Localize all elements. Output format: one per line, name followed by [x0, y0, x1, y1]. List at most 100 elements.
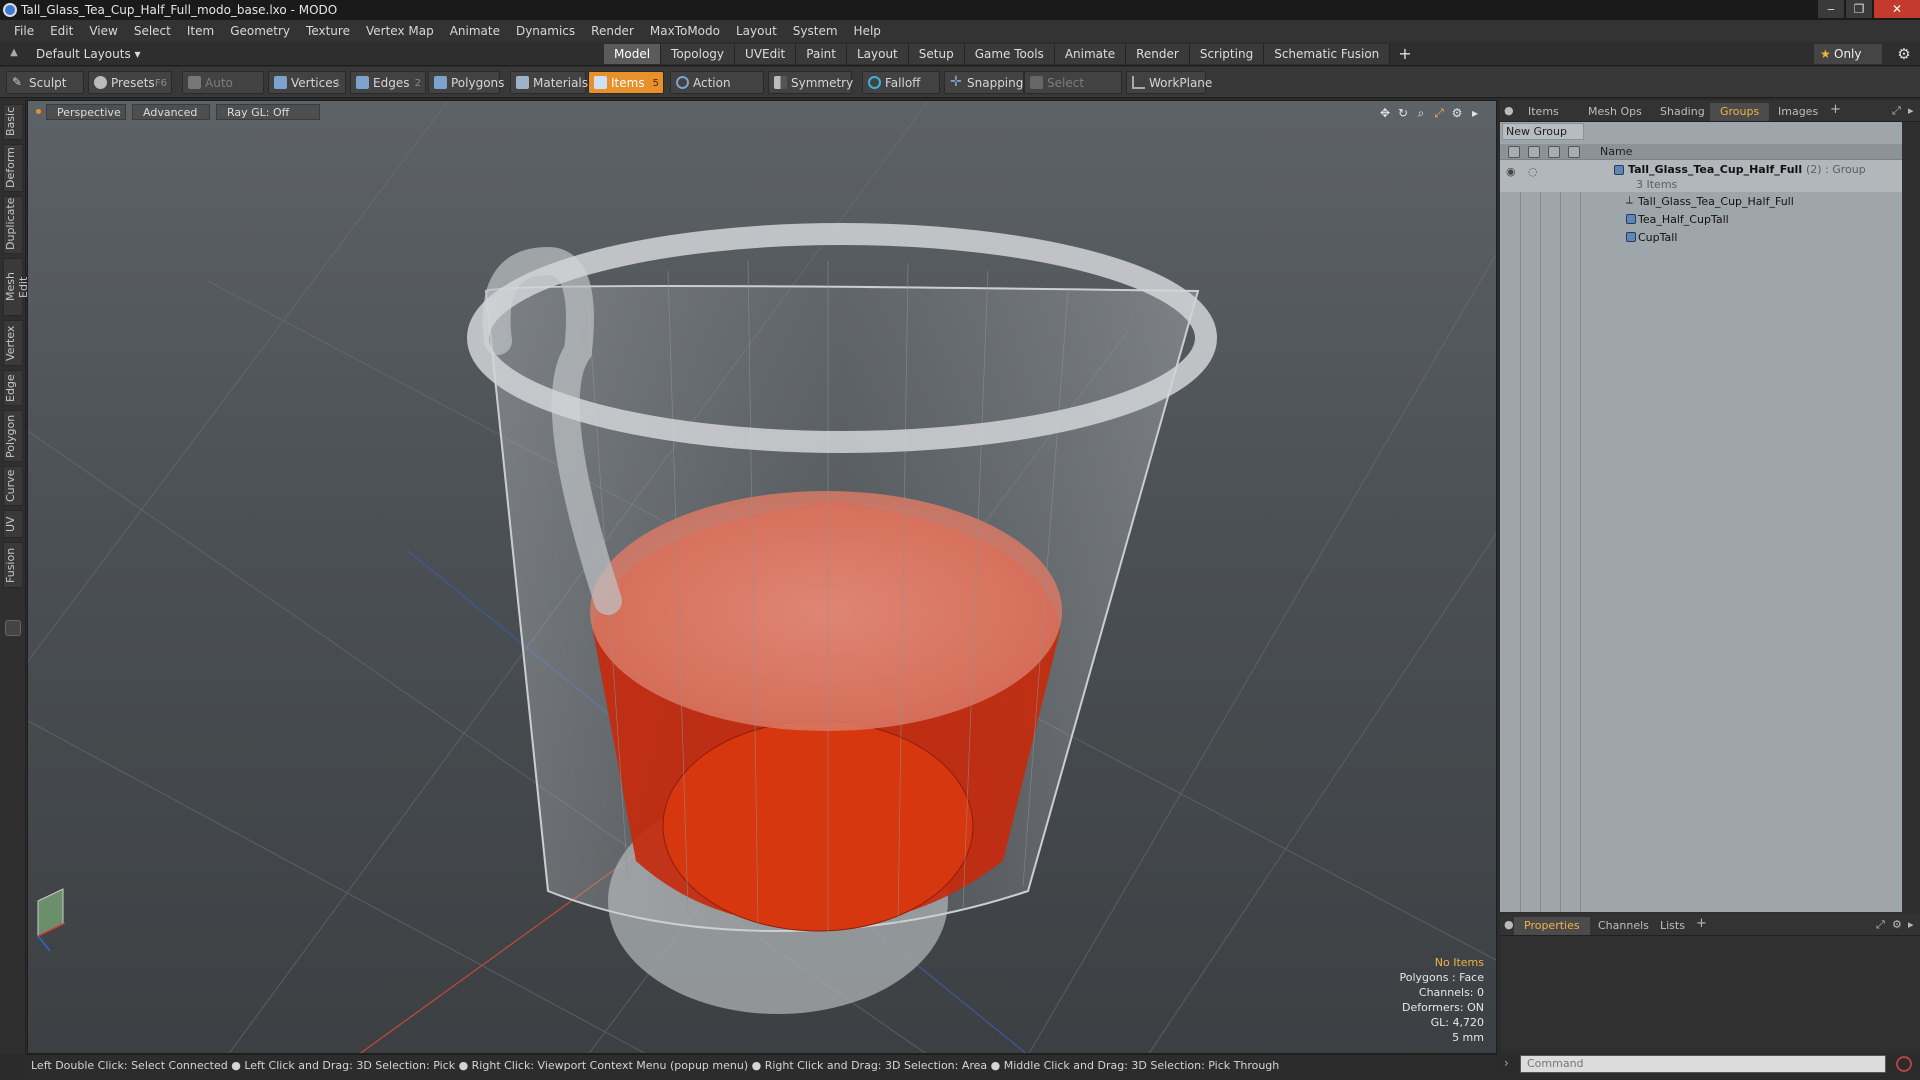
vtab-fusion[interactable]: Fusion: [3, 542, 23, 588]
materials-button[interactable]: Materials: [510, 71, 588, 94]
edges-button[interactable]: Edges 2: [350, 71, 426, 94]
tab-model[interactable]: Model: [604, 44, 662, 64]
tab-setup[interactable]: Setup: [908, 44, 965, 64]
vtab-edge[interactable]: Edge: [3, 370, 23, 406]
tab-render[interactable]: Render: [1126, 44, 1190, 64]
props-gear-icon[interactable]: ⚙: [1892, 918, 1902, 931]
menu-file[interactable]: File: [6, 20, 42, 42]
auto-select-button[interactable]: Auto Select: [182, 71, 264, 113]
gear-icon[interactable]: ⚙: [1894, 44, 1914, 64]
select-header-icon[interactable]: [1568, 146, 1580, 158]
lock-header-icon[interactable]: [1548, 146, 1560, 158]
menu-system[interactable]: System: [785, 20, 846, 42]
group-row[interactable]: ◉ ◌ Tall_Glass_Tea_Cup_Half_Full (2) : G…: [1500, 160, 1902, 192]
menu-maxtomodo[interactable]: MaxToModo: [642, 20, 728, 42]
list-item[interactable]: CupTall: [1500, 228, 1902, 246]
vtab-curve[interactable]: Curve: [3, 466, 23, 506]
raygl-button[interactable]: Ray GL: Off: [216, 104, 320, 120]
menu-animate[interactable]: Animate: [442, 20, 508, 42]
close-button[interactable]: ✕: [1874, 0, 1920, 18]
vtab-basic[interactable]: Basic: [3, 104, 23, 140]
viewport-menu-dot-icon[interactable]: [36, 109, 41, 114]
new-group-button[interactable]: New Group: [1502, 123, 1584, 140]
render-header-icon[interactable]: [1528, 146, 1540, 158]
advanced-button[interactable]: Advanced: [132, 104, 210, 120]
props-dot-icon[interactable]: ●: [1504, 918, 1514, 931]
list-item[interactable]: Tea_Half_CupTall: [1500, 210, 1902, 228]
select-through-button[interactable]: Select Through: [1024, 71, 1122, 113]
falloff-button[interactable]: Falloff: [862, 71, 940, 94]
command-chevron-icon[interactable]: ›: [1504, 1056, 1509, 1070]
polygons-button[interactable]: Polygons: [428, 71, 504, 94]
symmetry-button[interactable]: Symmetry: [768, 71, 853, 94]
add-props-tab-plus-icon[interactable]: +: [1696, 916, 1707, 931]
visibility-header-icon[interactable]: [1508, 146, 1520, 158]
workplane-button[interactable]: WorkPlane: [1126, 71, 1212, 94]
tab-uvedit[interactable]: UVEdit: [735, 44, 797, 64]
menu-layout[interactable]: Layout: [728, 20, 785, 42]
fit-icon[interactable]: ⤢: [1430, 105, 1448, 121]
collapse-up-icon[interactable]: ▲: [8, 47, 20, 59]
menu-edit[interactable]: Edit: [42, 20, 81, 42]
tab-items[interactable]: Items: [1518, 103, 1569, 121]
list-item[interactable]: ⟂ Tall_Glass_Tea_Cup_Half_Full: [1500, 192, 1902, 210]
vtab-mesh-edit[interactable]: Mesh Edit: [3, 258, 30, 316]
vtab-uv[interactable]: UV: [3, 510, 23, 538]
panel-dot-icon[interactable]: ●: [1504, 104, 1514, 117]
tab-channels[interactable]: Channels: [1588, 917, 1659, 935]
tab-animate[interactable]: Animate: [1054, 44, 1127, 64]
pan-icon[interactable]: ✥: [1376, 105, 1394, 121]
vtab-polygon[interactable]: Polygon: [3, 410, 23, 462]
panel-expand-icon[interactable]: ⤢: [1892, 104, 1901, 118]
tab-topology[interactable]: Topology: [661, 44, 736, 64]
tab-shading[interactable]: Shading: [1650, 103, 1715, 121]
maximize-button[interactable]: ❐: [1846, 0, 1872, 18]
snapping-button[interactable]: ✛ Snapping: [944, 71, 1024, 94]
record-icon[interactable]: [1896, 1056, 1912, 1072]
add-tab-plus-icon[interactable]: +: [1398, 44, 1411, 64]
menu-select[interactable]: Select: [126, 20, 179, 42]
panel-arrow-icon[interactable]: ▸: [1908, 104, 1914, 117]
menu-texture[interactable]: Texture: [298, 20, 358, 42]
tab-scripting[interactable]: Scripting: [1189, 44, 1265, 64]
vertices-button[interactable]: Vertices 1: [268, 71, 346, 94]
vtab-vertex[interactable]: Vertex: [3, 320, 23, 366]
tab-images[interactable]: Images: [1768, 103, 1828, 121]
tab-paint[interactable]: Paint: [796, 44, 847, 64]
tool-options-toggle[interactable]: [5, 620, 21, 636]
3d-viewport[interactable]: Perspective Advanced Ray GL: Off ✥ ↻ ⌕ ⤢…: [27, 100, 1497, 1054]
perspective-button[interactable]: Perspective: [46, 104, 126, 120]
menu-render[interactable]: Render: [583, 20, 642, 42]
vtab-deform[interactable]: Deform: [3, 144, 23, 192]
default-layouts-dropdown[interactable]: Default Layouts ▾: [36, 45, 141, 63]
tab-properties[interactable]: Properties: [1514, 917, 1590, 935]
items-button[interactable]: Items 5: [588, 71, 664, 94]
tab-lists[interactable]: Lists: [1650, 917, 1695, 935]
only-toggle-button[interactable]: ★ Only: [1814, 44, 1882, 64]
minimize-button[interactable]: ‒: [1818, 0, 1844, 18]
eye-icon[interactable]: ◉: [1506, 165, 1516, 178]
rotate-icon[interactable]: ↻: [1394, 105, 1412, 121]
expand-arrow-icon[interactable]: ▸: [1466, 105, 1484, 121]
vtab-duplicate[interactable]: Duplicate: [3, 196, 23, 254]
viewport-settings-gear-icon[interactable]: ⚙: [1448, 105, 1466, 121]
tab-layout[interactable]: Layout: [846, 44, 909, 64]
zoom-icon[interactable]: ⌕: [1412, 105, 1430, 121]
add-tab-plus-icon[interactable]: +: [1830, 102, 1841, 117]
tab-groups[interactable]: Groups: [1710, 103, 1770, 121]
tab-schematic-fusion[interactable]: Schematic Fusion: [1264, 44, 1391, 64]
presets-button[interactable]: Presets F6: [88, 71, 172, 94]
menu-vertex-map[interactable]: Vertex Map: [358, 20, 442, 42]
menu-help[interactable]: Help: [846, 20, 889, 42]
menu-geometry[interactable]: Geometry: [222, 20, 298, 42]
sculpt-button[interactable]: ✎ Sculpt: [6, 71, 84, 94]
menu-view[interactable]: View: [81, 20, 125, 42]
action-center-button[interactable]: Action Center: [670, 71, 764, 113]
tab-mesh-ops[interactable]: Mesh Ops: [1578, 103, 1652, 121]
tab-game-tools[interactable]: Game Tools: [964, 44, 1055, 64]
render-icon[interactable]: ◌: [1528, 165, 1538, 178]
command-input[interactable]: Command: [1520, 1055, 1886, 1073]
menu-dynamics[interactable]: Dynamics: [508, 20, 583, 42]
menu-item[interactable]: Item: [179, 20, 222, 42]
props-expand-icon[interactable]: ⤢: [1876, 918, 1885, 932]
